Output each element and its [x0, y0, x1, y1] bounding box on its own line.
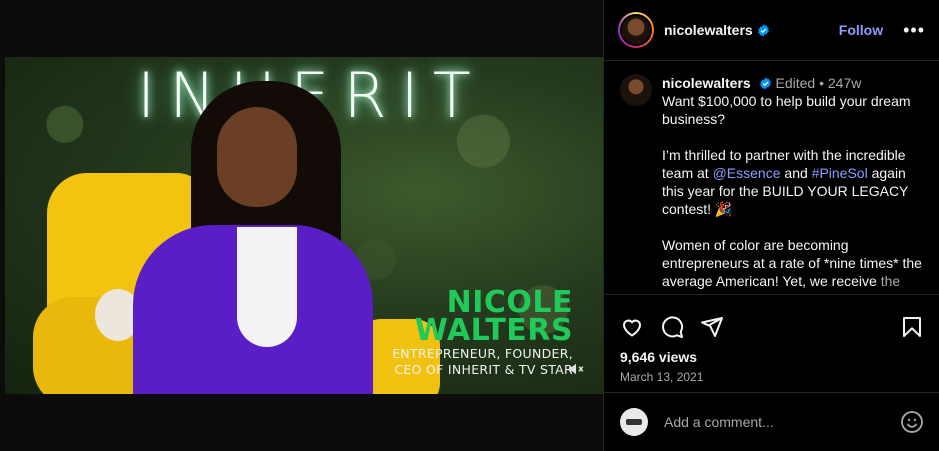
hashtag-pinesol[interactable]: #PineSol: [812, 165, 868, 181]
post-header: nicolewalters Follow •••: [604, 0, 939, 61]
actions-area: 9,646 views March 13, 2021: [604, 294, 939, 389]
bookmark-icon[interactable]: [900, 315, 924, 339]
caption-avatar[interactable]: [620, 74, 652, 106]
speaker-muted-icon[interactable]: [567, 360, 585, 378]
comment-bar: [604, 392, 939, 451]
media-pane: INHERIT NICOLE WALTERS ENTREPRENEUR, FOU…: [0, 0, 603, 451]
caption-body: nicolewalters Edited • 247w Want $100,00…: [662, 74, 924, 294]
caption-paragraph-3: Women of color are becoming entrepreneur…: [662, 236, 924, 294]
action-bar: [604, 295, 939, 345]
caption-paragraph-1: Want $100,000 to help build your dream b…: [662, 93, 911, 127]
caption-area: nicolewalters Edited • 247w Want $100,00…: [604, 62, 939, 294]
post-side-panel: nicolewalters Follow ••• nicolewalters E…: [603, 0, 939, 451]
header-username[interactable]: nicolewalters: [664, 22, 753, 38]
header-avatar[interactable]: [618, 12, 654, 48]
caption-text-segment: and: [780, 165, 812, 181]
video-player[interactable]: INHERIT NICOLE WALTERS ENTREPRENEUR, FOU…: [5, 57, 603, 394]
avatar-image: [620, 14, 652, 46]
caption-meta: nicolewalters Edited • 247w: [662, 74, 924, 92]
caption-username[interactable]: nicolewalters: [662, 75, 751, 91]
lower-third-name-2: WALTERS: [414, 313, 573, 348]
lower-third-title-1: ENTREPRENEUR, FOUNDER,: [392, 346, 573, 361]
comment-icon[interactable]: [660, 315, 684, 339]
comment-input[interactable]: [664, 414, 864, 430]
caption-text: Want $100,000 to help build your dream b…: [662, 92, 924, 294]
edited-label: Edited: [775, 75, 816, 91]
post-date[interactable]: March 13, 2021: [604, 365, 939, 384]
mention-essence[interactable]: @Essence: [713, 165, 781, 181]
follow-button[interactable]: Follow: [839, 22, 883, 38]
lower-third-title-2: CEO OF INHERIT & TV STAR: [394, 362, 573, 377]
user-avatar: [620, 408, 648, 436]
meta-separator: •: [819, 75, 824, 91]
share-icon[interactable]: [700, 315, 724, 339]
verified-badge-icon: [757, 24, 769, 36]
person-face: [217, 107, 297, 207]
heart-icon[interactable]: [620, 315, 644, 339]
emoji-icon[interactable]: [900, 410, 924, 434]
person-shirt: [237, 227, 297, 347]
more-options-icon[interactable]: •••: [903, 21, 925, 39]
view-count[interactable]: 9,646 views: [604, 345, 939, 365]
lower-third: NICOLE WALTERS ENTREPRENEUR, FOUNDER, CE…: [392, 288, 573, 377]
verified-badge-icon: [759, 77, 771, 90]
caption-paragraph-2: I’m thrilled to partner with the incredi…: [662, 146, 924, 218]
post-age[interactable]: 247w: [828, 75, 861, 91]
